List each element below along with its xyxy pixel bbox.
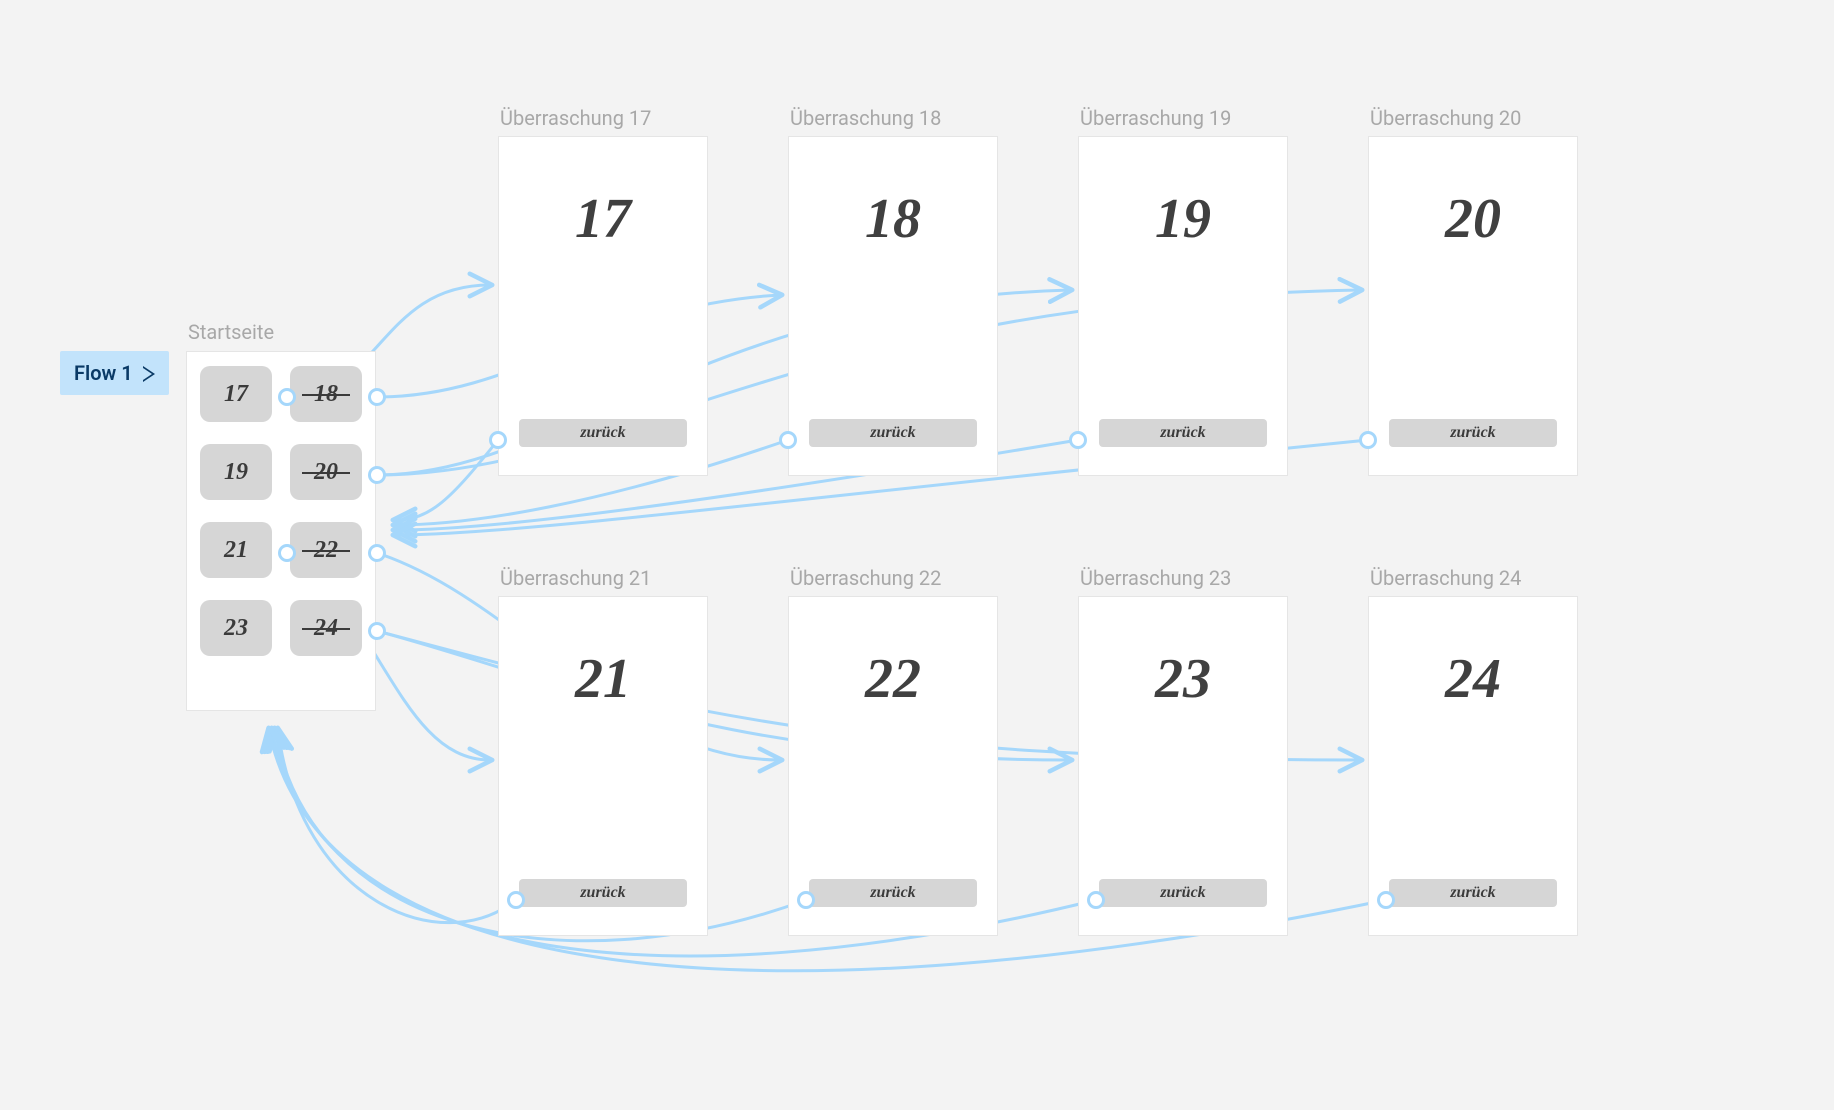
detail-number: 23: [1079, 647, 1287, 711]
connection-node[interactable]: [278, 388, 296, 406]
start-grid: 17 18 19 20 21 22 23 24: [199, 366, 363, 656]
flow-badge-label: Flow 1: [74, 361, 133, 385]
start-cell-21[interactable]: 21: [200, 522, 272, 578]
detail-frame-22[interactable]: 22 zurück: [788, 596, 998, 936]
start-cell-19[interactable]: 19: [200, 444, 272, 500]
detail-number: 19: [1079, 187, 1287, 251]
detail-frame-17[interactable]: 17 zurück: [498, 136, 708, 476]
detail-frame-19[interactable]: 19 zurück: [1078, 136, 1288, 476]
frame-label-start: Startseite: [188, 320, 274, 344]
frame-label: Überraschung 24: [1370, 566, 1521, 590]
back-button[interactable]: zurück: [809, 419, 977, 447]
connection-node[interactable]: [489, 431, 507, 449]
connection-node[interactable]: [368, 622, 386, 640]
connection-node[interactable]: [368, 466, 386, 484]
frame-label: Überraschung 21: [500, 566, 651, 590]
connection-node[interactable]: [507, 891, 525, 909]
connection-node[interactable]: [368, 544, 386, 562]
detail-number: 22: [789, 647, 997, 711]
detail-frame-18[interactable]: 18 zurück: [788, 136, 998, 476]
frame-label: Überraschung 22: [790, 566, 941, 590]
detail-frame-20[interactable]: 20 zurück: [1368, 136, 1578, 476]
play-icon: [143, 366, 155, 380]
detail-number: 17: [499, 187, 707, 251]
frame-label: Überraschung 18: [790, 106, 941, 130]
detail-number: 21: [499, 647, 707, 711]
back-button[interactable]: zurück: [519, 419, 687, 447]
start-cell-18[interactable]: 18: [290, 366, 362, 422]
detail-frame-23[interactable]: 23 zurück: [1078, 596, 1288, 936]
frame-label: Überraschung 23: [1080, 566, 1231, 590]
connection-node[interactable]: [779, 431, 797, 449]
connection-node[interactable]: [1377, 891, 1395, 909]
connection-node[interactable]: [1087, 891, 1105, 909]
start-cell-20[interactable]: 20: [290, 444, 362, 500]
frame-label: Überraschung 19: [1080, 106, 1231, 130]
back-button[interactable]: zurück: [809, 879, 977, 907]
prototype-canvas[interactable]: Flow 1 Startseite 17 18 19 20 21 22 23 2…: [0, 0, 1834, 1110]
back-button[interactable]: zurück: [519, 879, 687, 907]
start-frame[interactable]: 17 18 19 20 21 22 23 24: [186, 351, 376, 711]
start-cell-22[interactable]: 22: [290, 522, 362, 578]
flow-badge[interactable]: Flow 1: [60, 351, 169, 395]
frame-label: Überraschung 17: [500, 106, 651, 130]
connection-node[interactable]: [1359, 431, 1377, 449]
connection-node[interactable]: [1069, 431, 1087, 449]
connection-node[interactable]: [368, 388, 386, 406]
detail-frame-24[interactable]: 24 zurück: [1368, 596, 1578, 936]
start-cell-17[interactable]: 17: [200, 366, 272, 422]
back-button[interactable]: zurück: [1099, 419, 1267, 447]
detail-frame-21[interactable]: 21 zurück: [498, 596, 708, 936]
detail-number: 24: [1369, 647, 1577, 711]
back-button[interactable]: zurück: [1389, 419, 1557, 447]
detail-number: 20: [1369, 187, 1577, 251]
detail-number: 18: [789, 187, 997, 251]
frame-label: Überraschung 20: [1370, 106, 1521, 130]
back-button[interactable]: zurück: [1389, 879, 1557, 907]
connection-node[interactable]: [278, 544, 296, 562]
start-cell-23[interactable]: 23: [200, 600, 272, 656]
connection-node[interactable]: [797, 891, 815, 909]
start-cell-24[interactable]: 24: [290, 600, 362, 656]
back-button[interactable]: zurück: [1099, 879, 1267, 907]
